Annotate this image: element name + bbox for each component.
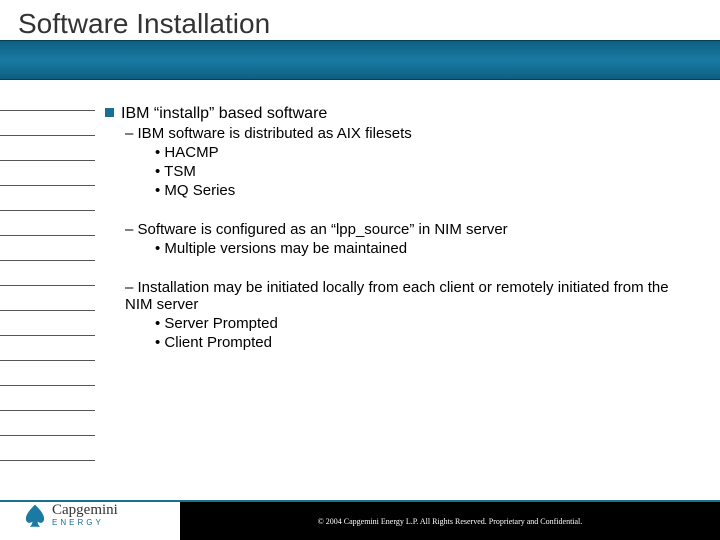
sub-text: Client Prompted [164, 334, 272, 351]
sub-text: TSM [164, 163, 196, 180]
title-area: Software Installation [0, 0, 720, 80]
footer-copyright-bar: © 2004 Capgemini Energy L.P. All Rights … [180, 502, 720, 540]
sub-text: Installation may be initiated locally fr… [125, 279, 669, 313]
square-bullet-icon [105, 108, 114, 117]
sub-text: HACMP [164, 144, 218, 161]
bullet-level1: IBM “installp” based software [105, 105, 690, 123]
bullet-level3: HACMP [155, 144, 690, 161]
logo: Capgemini ENERGY [22, 496, 172, 534]
bullet-level3: MQ Series [155, 182, 690, 199]
footer: © 2004 Capgemini Energy L.P. All Rights … [0, 500, 720, 540]
sub-text: IBM software is distributed as AIX files… [138, 125, 412, 142]
bullet-level2: Software is configured as an “lpp_source… [125, 221, 690, 238]
title-bar [0, 40, 720, 80]
spade-icon [22, 502, 48, 528]
sub-text: Software is configured as an “lpp_source… [138, 221, 508, 238]
main-bullet-text: IBM “installp” based software [121, 105, 327, 122]
bullet-level2: Installation may be initiated locally fr… [125, 279, 690, 313]
logo-main-text: Capgemini [52, 503, 118, 518]
content-area: IBM “installp” based software IBM softwa… [105, 105, 690, 480]
copyright-text: © 2004 Capgemini Energy L.P. All Rights … [318, 517, 583, 526]
sub-text: MQ Series [164, 182, 235, 199]
sub-text: Multiple versions may be maintained [164, 240, 407, 257]
bullet-level3: Client Prompted [155, 334, 690, 351]
decorative-lines [0, 90, 95, 490]
bullet-level3: TSM [155, 163, 690, 180]
logo-text: Capgemini ENERGY [52, 503, 118, 527]
bullet-level3: Multiple versions may be maintained [155, 240, 690, 257]
bullet-level3: Server Prompted [155, 315, 690, 332]
bullet-level2: IBM software is distributed as AIX files… [125, 125, 690, 142]
sub-text: Server Prompted [164, 315, 277, 332]
slide-title: Software Installation [18, 8, 270, 40]
logo-sub-text: ENERGY [52, 519, 118, 527]
